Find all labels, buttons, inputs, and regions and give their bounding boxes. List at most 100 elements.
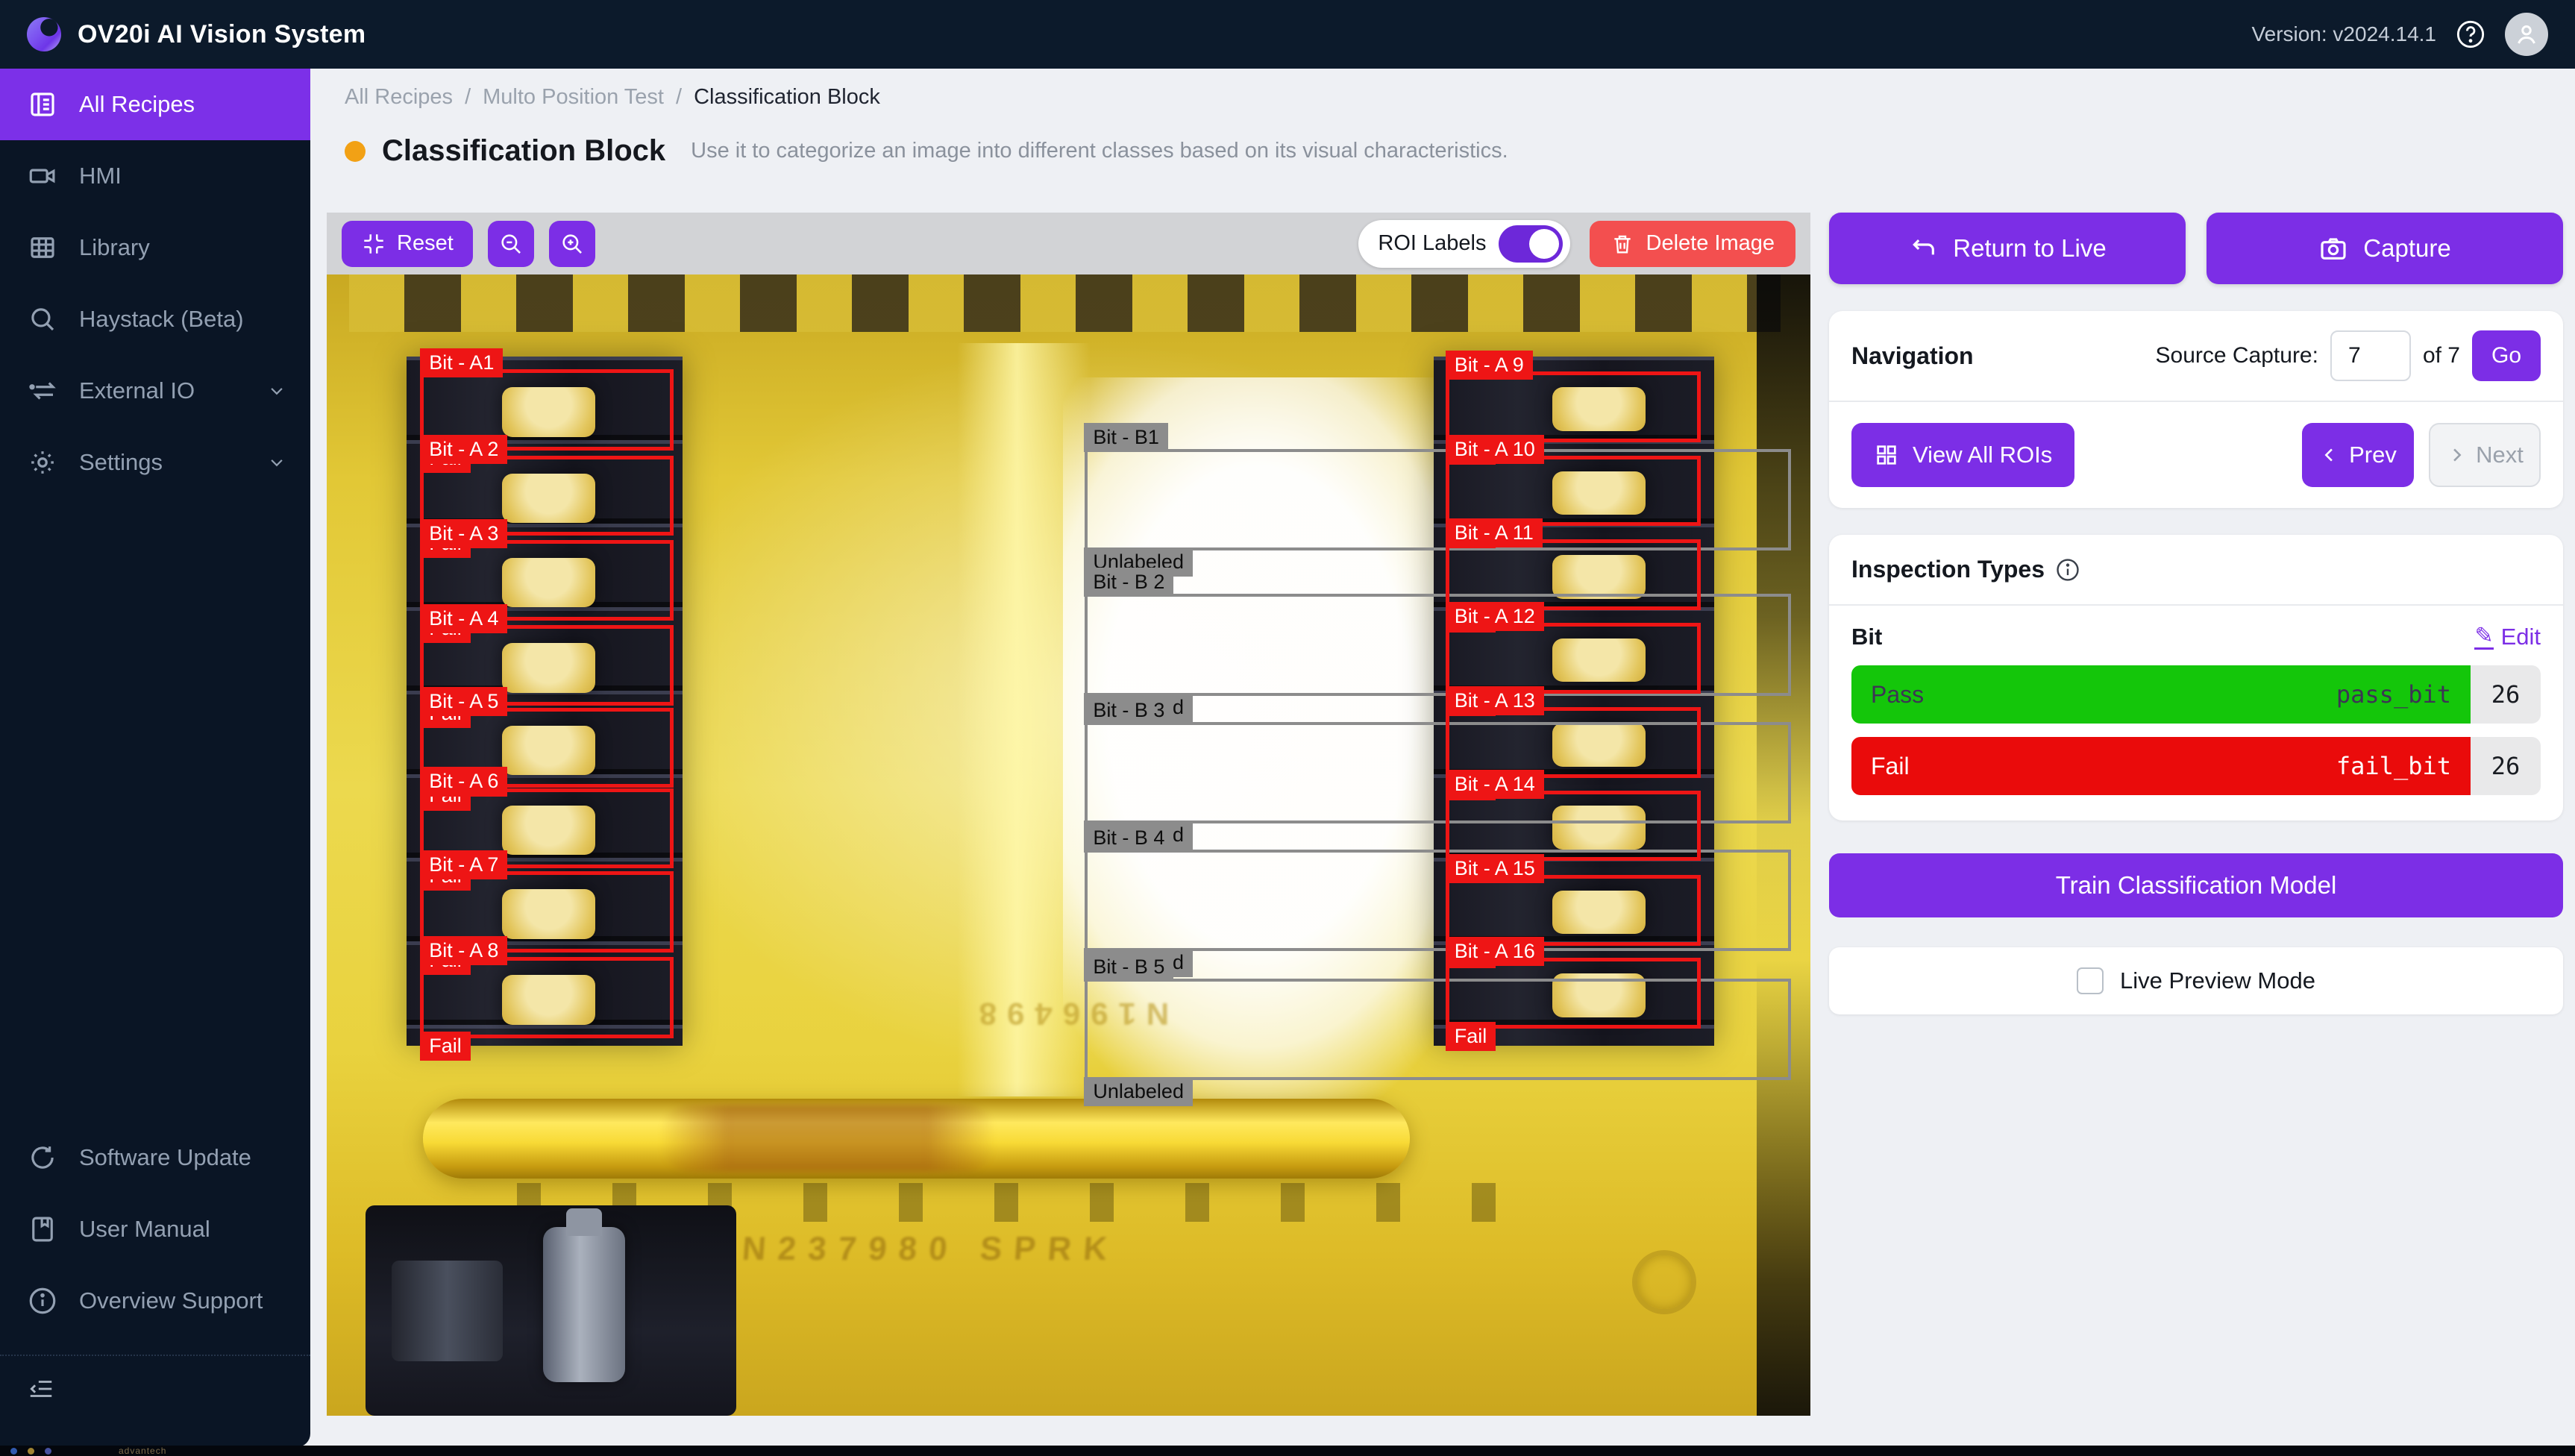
sidebar-item-settings[interactable]: Settings <box>0 427 310 498</box>
camera-icon <box>2318 233 2348 263</box>
roi-label: Bit - B1 <box>1084 423 1168 452</box>
roi-label: Bit - A 3 <box>420 519 507 548</box>
roi-bit-a-14[interactable]: Bit - A 14Fail <box>1446 791 1701 862</box>
sidebar-item-all-recipes[interactable]: All Recipes <box>0 69 310 140</box>
roi-bit-a-8[interactable]: Bit - A 8Fail <box>420 957 674 1038</box>
manual-icon <box>27 1214 58 1245</box>
version-label: Version: v2024.14.1 <box>2251 22 2436 46</box>
roi-labels-control: ROI Labels <box>1358 220 1569 268</box>
roi-label: Bit - A 13 <box>1446 686 1544 715</box>
fail-tag: fail_bit <box>2336 752 2451 780</box>
grid-icon <box>1874 442 1899 468</box>
roi-label: Bit - A 4 <box>420 604 507 633</box>
pass-bar: Pass pass_bit <box>1851 665 2471 724</box>
help-icon[interactable] <box>2456 19 2485 49</box>
taskbar-icon <box>45 1448 51 1455</box>
roi-labels-toggle[interactable] <box>1499 225 1563 263</box>
sidebar-item-overview-support[interactable]: Overview Support <box>0 1265 310 1337</box>
next-button[interactable]: Next <box>2429 423 2541 487</box>
pass-class-row[interactable]: Pass pass_bit 26 <box>1851 665 2541 724</box>
sidebar-item-label: Haystack (Beta) <box>79 306 244 333</box>
view-all-rois-button[interactable]: View All ROIs <box>1851 423 2074 487</box>
breadcrumb-separator: / <box>676 85 682 110</box>
live-preview-checkbox[interactable] <box>2077 967 2104 994</box>
roi-bit-a-15[interactable]: Bit - A 15Fail <box>1446 875 1701 946</box>
navigation-title: Navigation <box>1851 342 1974 370</box>
breadcrumb-separator: / <box>465 85 471 110</box>
hmi-icon <box>27 160 58 192</box>
roi-bit-a-9[interactable]: Bit - A 9Fail <box>1446 371 1701 442</box>
sidebar-item-hmi[interactable]: HMI <box>0 140 310 212</box>
sidebar-item-software-update[interactable]: Software Update <box>0 1122 310 1193</box>
roi-label: Bit - A 15 <box>1446 854 1544 883</box>
roi-label: Bit - A 5 <box>420 687 507 716</box>
roi-layer: Bit - A1FailBit - A 2FailBit - A 3FailBi… <box>327 274 1810 1416</box>
reset-view-button[interactable]: Reset <box>342 221 473 267</box>
pencil-icon: ✎ <box>2474 625 2493 650</box>
of-total-label: of 7 <box>2423 343 2460 368</box>
info-icon <box>27 1285 58 1317</box>
settings-icon <box>27 447 58 478</box>
zoom-out-button[interactable] <box>488 221 534 267</box>
sidebar-item-external-io[interactable]: External IO <box>0 355 310 427</box>
prev-button[interactable]: Prev <box>2302 423 2414 487</box>
inspection-types-card: Inspection Types Bit ✎ Edit <box>1829 535 2563 820</box>
roi-label: Bit - A 16 <box>1446 937 1544 966</box>
info-icon[interactable] <box>2055 557 2080 583</box>
sidebar-item-user-manual[interactable]: User Manual <box>0 1193 310 1265</box>
taskbar-icon <box>28 1448 34 1455</box>
refresh-icon <box>27 1142 58 1173</box>
edit-classes-link[interactable]: ✎ Edit <box>2474 624 2541 650</box>
sidebar-divider <box>0 1355 310 1356</box>
sidebar-nav: All RecipesHMI Library Haystack (Beta) Exte… <box>0 69 310 498</box>
roi-label: Bit - A 6 <box>420 767 507 796</box>
live-preview-toggle[interactable]: Live Preview Mode <box>1829 947 2563 1014</box>
roi-label: Bit - B 3 <box>1084 696 1173 725</box>
roi-fail-tag: Fail <box>420 1032 471 1061</box>
block-status-dot <box>345 141 366 162</box>
sidebar-footer: Software UpdateUser ManualOverview Suppo… <box>0 1122 310 1417</box>
return-to-live-button[interactable]: Return to Live <box>1829 213 2186 284</box>
sidebar-item-haystack-beta[interactable]: Haystack (Beta) <box>0 283 310 355</box>
pass-name: Pass <box>1871 681 1924 709</box>
chevron-left-icon <box>2319 445 2340 465</box>
trash-icon <box>1610 232 1634 256</box>
roi-bit-a-10[interactable]: Bit - A 10Fail <box>1446 456 1701 525</box>
sidebar-item-library[interactable]: Library <box>0 212 310 283</box>
fail-class-row[interactable]: Fail fail_bit 26 <box>1851 737 2541 795</box>
sidebar-item-label: Library <box>79 234 150 261</box>
sidebar-collapse-button[interactable] <box>0 1364 310 1417</box>
page-subtitle: Use it to categorize an image into diffe… <box>691 139 1508 163</box>
zoom-in-button[interactable] <box>549 221 595 267</box>
navigation-card: Navigation Source Capture: of 7 Go View … <box>1829 311 2563 508</box>
roi-fail-tag: Fail <box>1446 1022 1496 1051</box>
app-title: OV20i AI Vision System <box>78 20 366 49</box>
search-icon <box>27 304 58 335</box>
breadcrumb-recipe[interactable]: Multo Position Test <box>483 85 664 110</box>
roi-bit-a-11[interactable]: Bit - A 11Fail <box>1446 539 1701 610</box>
page-title: Classification Block <box>382 134 665 168</box>
external-io-icon <box>27 375 58 407</box>
delete-image-button[interactable]: Delete Image <box>1590 221 1796 267</box>
app-header: OV20i AI Vision System Version: v2024.14… <box>0 0 2575 69</box>
sidebar-item-label: External IO <box>79 377 195 404</box>
source-capture-label: Source Capture: <box>2156 343 2318 368</box>
inspection-canvas[interactable]: N196498 N237980 SPRK Bit - A1FailBit - A… <box>327 274 1810 1416</box>
roi-bit-a-16[interactable]: Bit - A 16Fail <box>1446 958 1701 1029</box>
roi-bit-a-12[interactable]: Bit - A 12Fail <box>1446 623 1701 694</box>
roi-bit-a-13[interactable]: Bit - A 13Fail <box>1446 707 1701 778</box>
breadcrumb-all-recipes[interactable]: All Recipes <box>345 85 453 110</box>
return-icon <box>1908 233 1938 263</box>
roi-label: Bit - A 2 <box>420 435 507 464</box>
user-avatar[interactable] <box>2505 13 2548 56</box>
capture-button[interactable]: Capture <box>2207 213 2563 284</box>
roi-label: Bit - A 7 <box>420 850 507 879</box>
go-button[interactable]: Go <box>2472 330 2541 381</box>
viewer-toolbar: Reset ROI Labels <box>327 213 1810 274</box>
page-title-row: Classification Block Use it to categoriz… <box>345 134 1508 168</box>
breadcrumb: All Recipes / Multo Position Test / Clas… <box>345 85 880 110</box>
train-model-button[interactable]: Train Classification Model <box>1829 853 2563 917</box>
pass-count: 26 <box>2471 665 2541 724</box>
source-capture-input[interactable] <box>2330 330 2411 381</box>
roi-label: Bit - A1 <box>420 348 503 377</box>
